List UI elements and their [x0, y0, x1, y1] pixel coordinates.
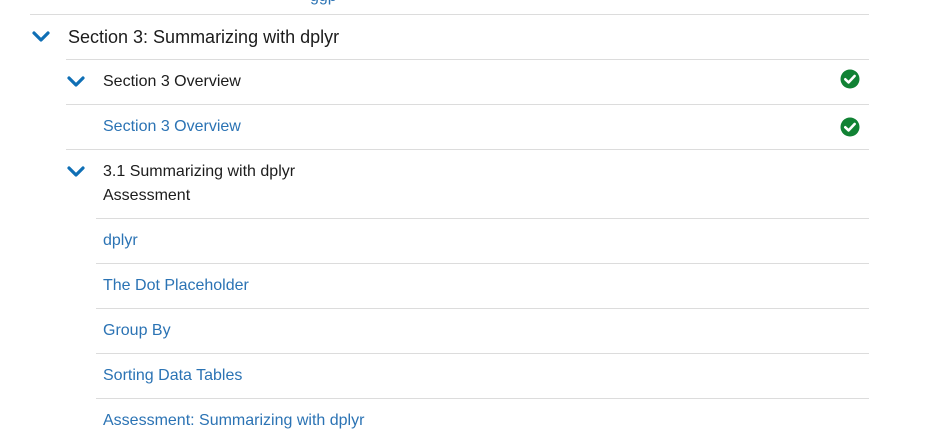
previous-unit-link-partial[interactable]: ggp — [310, 0, 337, 5]
chevron-down-icon[interactable] — [67, 166, 85, 178]
divider — [30, 14, 869, 15]
subsection-title[interactable]: Section 3 Overview — [103, 70, 241, 94]
subsection-title-line2[interactable]: Assessment — [103, 184, 190, 208]
unit-link[interactable]: Section 3 Overview — [103, 115, 241, 139]
unit-link[interactable]: Assessment: Summarizing with dplyr — [103, 409, 364, 433]
unit-link[interactable]: The Dot Placeholder — [103, 274, 249, 298]
divider — [96, 353, 869, 354]
divider — [96, 263, 869, 264]
subsection-title-line1[interactable]: 3.1 Summarizing with dplyr — [103, 160, 295, 184]
unit-link[interactable]: Group By — [103, 319, 171, 343]
divider — [66, 149, 869, 150]
course-outline: ggp Section 3: Summarizing with dplyr Se… — [0, 0, 931, 440]
unit-link[interactable]: Sorting Data Tables — [103, 364, 242, 388]
divider — [66, 59, 869, 60]
unit-link[interactable]: dplyr — [103, 229, 138, 253]
check-circle-icon — [840, 69, 860, 89]
divider — [96, 398, 869, 399]
chevron-down-icon[interactable] — [32, 31, 50, 43]
divider — [66, 104, 869, 105]
section-title[interactable]: Section 3: Summarizing with dplyr — [68, 25, 339, 49]
chevron-down-icon[interactable] — [67, 76, 85, 88]
divider — [96, 218, 869, 219]
check-circle-icon — [840, 117, 860, 137]
divider — [96, 308, 869, 309]
